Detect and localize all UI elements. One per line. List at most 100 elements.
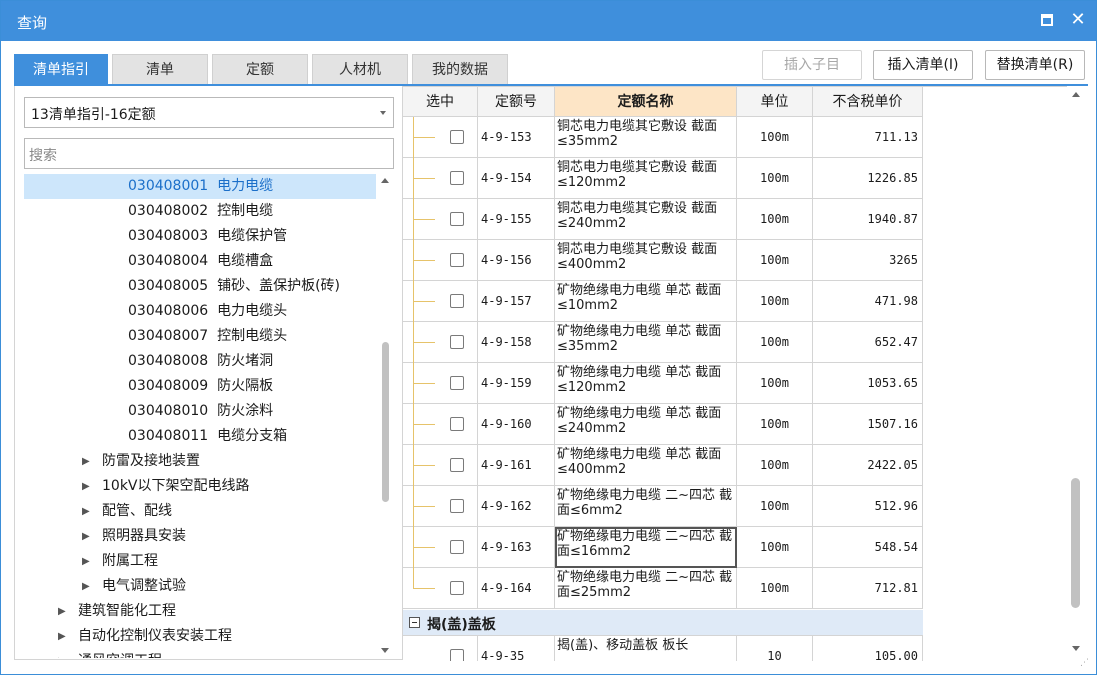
tree-group[interactable]: ▶ 防雷及接地装置 <box>24 449 376 474</box>
tree-group[interactable]: ▶ 电气调整试验 <box>24 574 376 599</box>
group-title: 揭(盖)盖板 <box>427 617 496 633</box>
row-checkbox[interactable] <box>450 649 464 661</box>
tree-item[interactable]: 030408010 防火涂料 <box>24 399 376 424</box>
replace-list-button[interactable]: 替换清单(R) <box>985 50 1085 80</box>
table-row[interactable]: 4-9-157 矿物绝缘电力电缆 单芯 截面≤10mm2 100m 471.98 <box>403 281 923 322</box>
tree-item[interactable]: 030408003 电缆保护管 <box>24 224 376 249</box>
tree-item[interactable]: 030408001 电力电缆 <box>24 174 376 199</box>
tree-group[interactable]: ▶ 照明器具安装 <box>24 524 376 549</box>
table-row[interactable]: 4-9-163 矿物绝缘电力电缆 二~四芯 截面≤16mm2 100m 548.… <box>403 527 923 568</box>
insert-child-button[interactable]: 插入子目 <box>762 50 862 80</box>
table-row[interactable]: 4-9-155 铜芯电力电缆其它敷设 截面≤240mm2 100m 1940.8… <box>403 199 923 240</box>
cell-unit: 10 <box>737 636 813 661</box>
tab-labor-material[interactable]: 人材机 <box>312 54 408 84</box>
insert-list-button[interactable]: 插入清单(I) <box>873 50 973 80</box>
header-price[interactable]: 不含税单价 <box>813 87 923 117</box>
row-checkbox[interactable] <box>450 253 464 267</box>
tab-list[interactable]: 清单 <box>112 54 208 84</box>
row-checkbox[interactable] <box>450 499 464 513</box>
caret-right-icon[interactable]: ▶ <box>82 549 90 574</box>
scroll-thumb[interactable] <box>1071 478 1080 608</box>
tab-list-guide[interactable]: 清单指引 <box>14 54 108 84</box>
row-checkbox[interactable] <box>450 376 464 390</box>
tree-scrollbar[interactable] <box>378 174 393 658</box>
caret-right-icon[interactable]: ▶ <box>58 624 66 649</box>
cell-name: 矿物绝缘电力电缆 单芯 截面≤400mm2 <box>555 445 737 486</box>
header-unit[interactable]: 单位 <box>737 87 813 117</box>
table-row[interactable]: 4-9-160 矿物绝缘电力电缆 单芯 截面≤240mm2 100m 1507.… <box>403 404 923 445</box>
group-row[interactable]: 揭(盖)盖板 <box>403 610 923 636</box>
grid-scrollbar[interactable] <box>1067 86 1085 660</box>
tree-item[interactable]: 030408007 控制电缆头 <box>24 324 376 349</box>
tree-item[interactable]: 030408005 铺砂、盖保护板(砖) <box>24 274 376 299</box>
tree-group[interactable]: ▶ 通风空调工程 <box>24 649 376 658</box>
tab-quota[interactable]: 定额 <box>212 54 308 84</box>
table-row[interactable]: 4-9-158 矿物绝缘电力电缆 单芯 截面≤35mm2 100m 652.47 <box>403 322 923 363</box>
tree-item[interactable]: 030408009 防火隔板 <box>24 374 376 399</box>
row-checkbox[interactable] <box>450 458 464 472</box>
resize-grip-icon[interactable]: ⋰ <box>1080 659 1089 668</box>
collapse-icon[interactable] <box>409 617 420 628</box>
cell-code: 4-9-157 <box>478 281 555 322</box>
tree-group[interactable]: ▶ 配管、配线 <box>24 499 376 524</box>
row-checkbox[interactable] <box>450 130 464 144</box>
caret-right-icon[interactable]: ▶ <box>58 599 66 624</box>
row-checkbox[interactable] <box>450 212 464 226</box>
cell-price: 3265 <box>813 240 923 281</box>
header-name[interactable]: 定额名称 <box>555 87 737 117</box>
cell-name-focused[interactable]: 矿物绝缘电力电缆 二~四芯 截面≤16mm2 <box>555 527 737 568</box>
guide-library-select[interactable]: 13清单指引-16定额 <box>24 97 394 128</box>
close-icon[interactable]: ✕ <box>1067 7 1089 33</box>
tree-group[interactable]: ▶ 自动化控制仪表安装工程 <box>24 624 376 649</box>
row-checkbox[interactable] <box>450 581 464 595</box>
scroll-up-icon[interactable] <box>381 178 389 183</box>
table-row[interactable]: 4-9-153 铜芯电力电缆其它敷设 截面≤35mm2 100m 711.13 <box>403 117 923 158</box>
tree-item[interactable]: 030408008 防火堵洞 <box>24 349 376 374</box>
row-checkbox[interactable] <box>450 294 464 308</box>
tree-group[interactable]: ▶ 10kV以下架空配电线路 <box>24 474 376 499</box>
caret-right-icon[interactable]: ▶ <box>82 524 90 549</box>
cell-name: 铜芯电力电缆其它敷设 截面≤240mm2 <box>555 199 737 240</box>
header-code[interactable]: 定额号 <box>478 87 555 117</box>
cell-name: 矿物绝缘电力电缆 二~四芯 截面≤25mm2 <box>555 568 737 609</box>
scroll-thumb[interactable] <box>382 342 389 502</box>
tree-group[interactable]: ▶ 附属工程 <box>24 549 376 574</box>
caret-right-icon[interactable]: ▶ <box>82 474 90 499</box>
cell-unit: 100m <box>737 404 813 445</box>
cell-unit: 100m <box>737 199 813 240</box>
row-checkbox[interactable] <box>450 171 464 185</box>
row-checkbox[interactable] <box>450 335 464 349</box>
tree-item-code: 030408006 <box>128 303 209 319</box>
tab-my-data[interactable]: 我的数据 <box>412 54 508 84</box>
cell-price: 548.54 <box>813 527 923 568</box>
caret-right-icon[interactable]: ▶ <box>82 499 90 524</box>
cell-price: 1507.16 <box>813 404 923 445</box>
row-checkbox[interactable] <box>450 417 464 431</box>
table-row[interactable]: 4-9-156 铜芯电力电缆其它敷设 截面≤400mm2 100m 3265 <box>403 240 923 281</box>
cell-name: 揭(盖)、移动盖板 板长 <box>555 636 737 661</box>
tree-group[interactable]: ▶ 建筑智能化工程 <box>24 599 376 624</box>
table-row[interactable]: 4-9-159 矿物绝缘电力电缆 单芯 截面≤120mm2 100m 1053.… <box>403 363 923 404</box>
header-select[interactable]: 选中 <box>403 87 478 117</box>
tree-item[interactable]: 030408002 控制电缆 <box>24 199 376 224</box>
row-checkbox[interactable] <box>450 540 464 554</box>
cell-price: 1053.65 <box>813 363 923 404</box>
caret-right-icon[interactable]: ▶ <box>82 574 90 599</box>
tree-item[interactable]: 030408004 电缆槽盒 <box>24 249 376 274</box>
table-row[interactable]: 4-9-154 铜芯电力电缆其它敷设 截面≤120mm2 100m 1226.8… <box>403 158 923 199</box>
caret-right-icon[interactable]: ▶ <box>82 449 90 474</box>
search-input[interactable]: 搜索 <box>24 138 394 169</box>
table-row[interactable]: 4-9-35 揭(盖)、移动盖板 板长 10 105.00 <box>403 636 923 661</box>
chevron-down-icon[interactable] <box>380 111 386 115</box>
scroll-down-icon[interactable] <box>381 648 389 653</box>
table-row[interactable]: 4-9-164 矿物绝缘电力电缆 二~四芯 截面≤25mm2 100m 712.… <box>403 568 923 609</box>
caret-right-icon[interactable]: ▶ <box>58 649 66 658</box>
tree-item[interactable]: 030408011 电缆分支箱 <box>24 424 376 449</box>
scroll-up-icon[interactable] <box>1072 92 1080 97</box>
table-row[interactable]: 4-9-161 矿物绝缘电力电缆 单芯 截面≤400mm2 100m 2422.… <box>403 445 923 486</box>
table-row[interactable]: 4-9-162 矿物绝缘电力电缆 二~四芯 截面≤6mm2 100m 512.9… <box>403 486 923 527</box>
scroll-down-icon[interactable] <box>1072 646 1080 651</box>
tree-item-label: 防火堵洞 <box>217 353 274 369</box>
restore-icon[interactable] <box>1041 14 1053 26</box>
tree-item[interactable]: 030408006 电力电缆头 <box>24 299 376 324</box>
